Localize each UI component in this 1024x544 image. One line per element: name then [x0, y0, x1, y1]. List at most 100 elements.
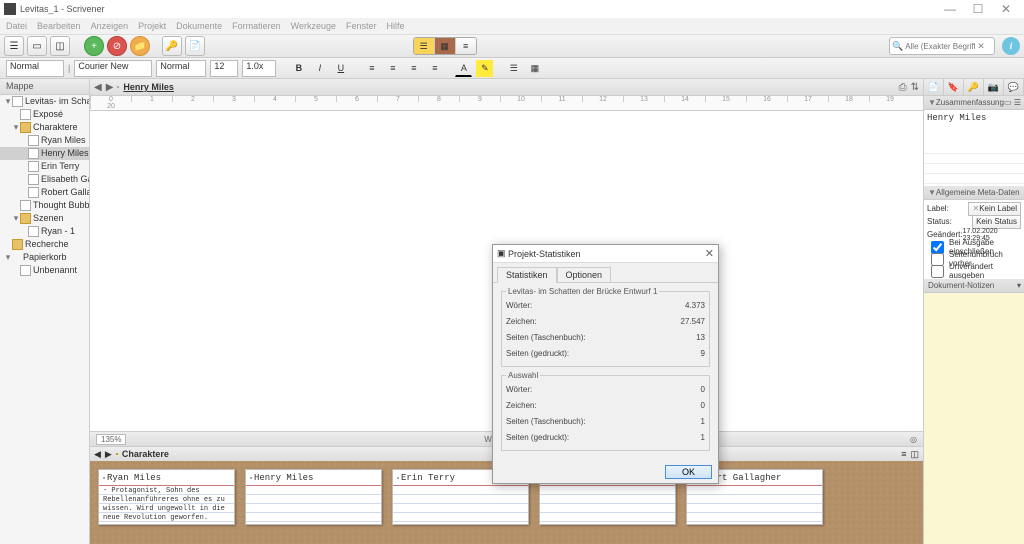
stat-label: Zeichen: [506, 398, 537, 414]
binder-item[interactable]: ▾Papierkorb [0, 251, 89, 264]
synopsis-lines[interactable] [924, 144, 1024, 186]
tab-notes-icon[interactable]: 📄 [924, 79, 944, 95]
align-left-button[interactable]: ≡ [363, 60, 380, 77]
stats-group-draft: Levitas- im Schatten der Brücke Entwurf … [501, 287, 710, 367]
tab-statistics[interactable]: Statistiken [497, 267, 557, 283]
stat-label: Seiten (gedruckt): [506, 346, 569, 362]
style-picker[interactable]: Normal [6, 60, 64, 77]
italic-button[interactable]: I [311, 60, 328, 77]
project-search[interactable]: 🔍 ✕ [889, 37, 995, 55]
stat-value: 27.547 [681, 314, 705, 330]
tab-bookmarks-icon[interactable]: 🔖 [944, 79, 964, 95]
stat-label: Wörter: [506, 382, 532, 398]
maximize-button[interactable]: ☐ [964, 2, 992, 16]
tab-comments-icon[interactable]: 💬 [1004, 79, 1024, 95]
menu-item[interactable]: Formatieren [232, 21, 281, 31]
list-button[interactable]: ☰ [505, 60, 522, 77]
layout-button[interactable]: ◫ [50, 36, 70, 56]
binder-item[interactable]: ▾Szenen [0, 212, 89, 225]
stat-label: Seiten (Taschenbuch): [506, 414, 586, 430]
menu-item[interactable]: Werkzeuge [291, 21, 336, 31]
highlight-button[interactable]: ✎ [476, 60, 493, 77]
view-document-button[interactable]: ☰ [414, 38, 435, 54]
view-corkboard-button[interactable]: ▦ [435, 38, 456, 54]
view-mode-segment: ☰ ▦ ≡ [413, 37, 477, 55]
quickref-button[interactable]: 📄 [185, 36, 205, 56]
font-picker[interactable]: Courier New [74, 60, 152, 77]
binder-item[interactable]: Exposé [0, 108, 89, 121]
binder-item[interactable]: Thought Bubble [0, 199, 89, 212]
titlebar: Levitas_1 - Scrivener — ☐ ✕ [0, 0, 1024, 18]
align-right-button[interactable]: ≡ [405, 60, 422, 77]
close-button[interactable]: ✕ [992, 2, 1020, 16]
add-button[interactable]: + [84, 36, 104, 56]
index-card-toggle-icon[interactable]: ▭ ☰ [1004, 96, 1024, 109]
underline-button[interactable]: U [332, 60, 349, 77]
status-picker[interactable]: Kein Status [972, 215, 1021, 229]
table-button[interactable]: ▦ [526, 60, 543, 77]
synopsis-text[interactable]: Henry Miles [924, 110, 1024, 144]
binder-item[interactable]: ▾Charaktere [0, 121, 89, 134]
line-spacing-picker[interactable]: 1.0x [242, 60, 276, 77]
font-variant-picker[interactable]: Normal [156, 60, 206, 77]
menu-item[interactable]: Datei [6, 21, 27, 31]
stat-value: 1 [701, 414, 705, 430]
font-size-picker[interactable]: 12 [210, 60, 238, 77]
search-input[interactable] [903, 41, 977, 52]
menu-item[interactable]: Bearbeiten [37, 21, 81, 31]
clear-search-icon[interactable]: ✕ [977, 41, 985, 52]
binder-item[interactable]: Unbenannt [0, 264, 89, 277]
binder-item[interactable]: Henry Miles [0, 147, 89, 160]
delete-button[interactable]: ⊘ [107, 36, 127, 56]
keywords-button[interactable]: 🔑 [162, 36, 182, 56]
ok-button[interactable]: OK [665, 465, 712, 479]
inspector-tabs: 📄 🔖 🔑 📷 💬 [924, 79, 1024, 96]
format-bar: Normal | Courier New Normal 12 1.0x B I … [0, 58, 1024, 79]
binder-toggle-button[interactable]: ☰ [4, 36, 24, 56]
stat-value: 0 [701, 382, 705, 398]
stat-label: Seiten (gedruckt): [506, 430, 569, 446]
editor-pane: ◀ ▶ Henry Miles ⎙ ⇅ 01234567891011121314… [90, 79, 924, 544]
binder-item[interactable]: Robert Gallagher [0, 186, 89, 199]
bold-button[interactable]: B [290, 60, 307, 77]
view-outline-button[interactable]: ≡ [456, 38, 476, 54]
section-notes[interactable]: Dokument-Notizen [928, 279, 994, 292]
collections-button[interactable]: ▭ [27, 36, 47, 56]
menu-item[interactable]: Anzeigen [91, 21, 129, 31]
tab-options[interactable]: Optionen [557, 267, 612, 283]
menu-item[interactable]: Hilfe [387, 21, 405, 31]
tab-snapshots-icon[interactable]: 📷 [984, 79, 1004, 95]
section-metadata[interactable]: Allgemeine Meta-Daten [936, 186, 1020, 199]
info-button[interactable]: i [1002, 37, 1020, 55]
align-justify-button[interactable]: ≡ [426, 60, 443, 77]
binder-item[interactable]: Recherche [0, 238, 89, 251]
binder-item[interactable]: Erin Terry [0, 160, 89, 173]
dialog-close-button[interactable]: ✕ [705, 247, 714, 260]
stat-value: 4.373 [685, 298, 705, 314]
tab-metadata-icon[interactable]: 🔑 [964, 79, 984, 95]
dialog-titlebar: ▣ Projekt-Statistiken ✕ [493, 245, 718, 263]
menu-item[interactable]: Fenster [346, 21, 377, 31]
section-synopsis[interactable]: Zusammenfassung [936, 96, 1004, 109]
binder-item[interactable]: ▾Levitas- im Schatten d... [0, 95, 89, 108]
binder-tree[interactable]: ▾Levitas- im Schatten d...Exposé▾Charakt… [0, 95, 89, 544]
main-toolbar: ☰ ▭ ◫ + ⊘ 📁 🔑 📄 ☰ ▦ ≡ 🔍 ✕ i [0, 34, 1024, 58]
binder-item[interactable]: Elisabeth Gallagher [0, 173, 89, 186]
menu-item[interactable]: Dokumente [176, 21, 222, 31]
stat-value: 1 [701, 430, 705, 446]
notes-menu-icon[interactable]: ▾ [1017, 279, 1024, 292]
binder-item[interactable]: Ryan Miles [0, 134, 89, 147]
stat-label: Zeichen: [506, 314, 537, 330]
minimize-button[interactable]: — [936, 2, 964, 16]
inspector: 📄 🔖 🔑 📷 💬 ▼ Zusammenfassung▭ ☰ Henry Mil… [924, 79, 1024, 544]
document-notes[interactable] [924, 293, 1024, 544]
asis-checkbox[interactable] [931, 265, 944, 278]
text-color-button[interactable]: A [455, 59, 472, 77]
stat-value: 0 [701, 398, 705, 414]
folder-button[interactable]: 📁 [130, 36, 150, 56]
menu-item[interactable]: Projekt [138, 21, 166, 31]
align-center-button[interactable]: ≡ [384, 60, 401, 77]
window-title: Levitas_1 - Scrivener [20, 4, 936, 14]
binder-item[interactable]: Ryan - 1 [0, 225, 89, 238]
label-picker[interactable]: ✕ Kein Label [968, 202, 1021, 216]
